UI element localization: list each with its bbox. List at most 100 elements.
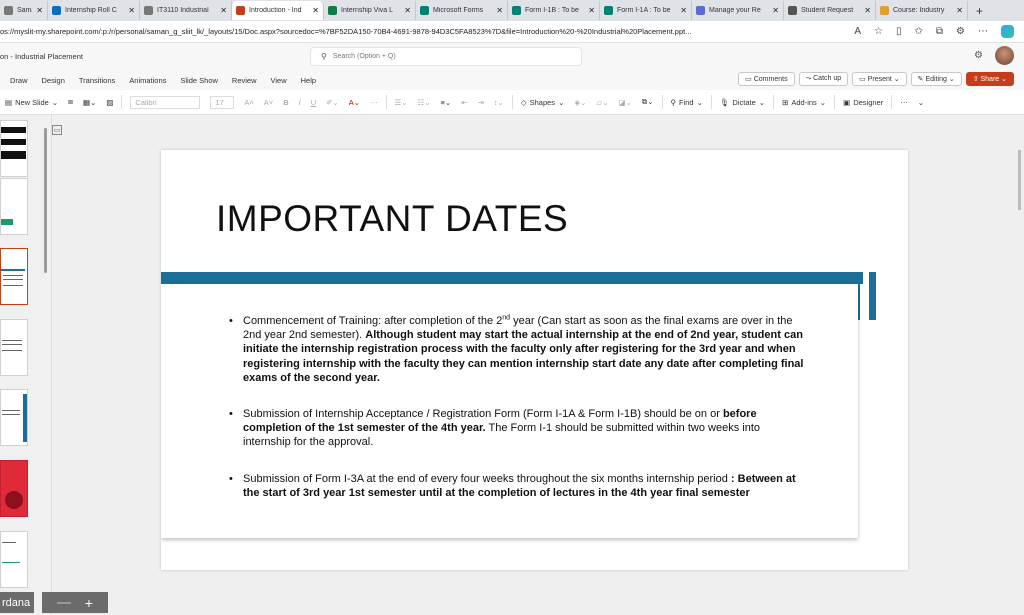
slide-thumbnail[interactable] — [0, 178, 28, 235]
tab-label: Student Request — [801, 7, 854, 14]
browser-tab[interactable]: Saman Gu ✕ — [0, 1, 48, 20]
bullet-commencement[interactable]: Commencement of Training: after completi… — [229, 314, 809, 385]
favorites-icon[interactable]: ✩ — [915, 26, 923, 37]
user-avatar[interactable] — [995, 46, 1014, 65]
slide-thumbnail[interactable] — [0, 319, 28, 376]
line-spacing-icon[interactable]: ↕⌄ — [489, 98, 509, 107]
designer-button[interactable]: ▣ Designer — [838, 98, 888, 107]
ribbon-tab[interactable]: Review — [232, 76, 257, 85]
search-box[interactable]: ⚲ Search (Option + Q) — [310, 47, 582, 66]
format-background-icon[interactable]: ▨ — [101, 98, 118, 107]
document-title[interactable]: on - Industrial Placement — [0, 52, 320, 61]
find-button[interactable]: ⚲ Find ⌄ — [666, 98, 708, 107]
shapes-button[interactable]: ◇ Shapes ⌄ — [516, 98, 570, 107]
settings-gear-icon[interactable]: ⚙ — [974, 50, 983, 61]
browser-tab[interactable]: Manage your Re ✕ — [692, 1, 784, 20]
tab-close-icon[interactable]: ✕ — [956, 6, 963, 15]
browser-tab[interactable]: Student Request ✕ — [784, 1, 876, 20]
increase-font-icon[interactable]: A˄ — [239, 98, 258, 107]
tab-close-icon[interactable]: ✕ — [128, 6, 135, 15]
split-screen-icon[interactable]: ▯ — [896, 26, 902, 37]
browser-tab[interactable]: Course: Industry ✕ — [876, 1, 968, 20]
shape-fill-icon[interactable]: ◈⌄ — [569, 98, 591, 107]
tab-label: Microsoft Forms — [433, 7, 484, 14]
bullet-submission-form-3a[interactable]: Submission of Form I-3A at the end of ev… — [229, 472, 809, 500]
tab-close-icon[interactable]: ✕ — [680, 6, 687, 15]
tab-close-icon[interactable]: ✕ — [864, 6, 871, 15]
ribbon-tab[interactable]: Draw — [10, 76, 28, 85]
indent-decrease-icon[interactable]: ⇤ — [456, 98, 472, 107]
arrange-icon[interactable]: ⧉⌄ — [637, 97, 659, 107]
slide[interactable]: IMPORTANT DATES Commencement of Training… — [161, 150, 908, 570]
align-icon[interactable]: ≡⌄ — [436, 98, 457, 107]
bold-icon[interactable]: B — [278, 98, 293, 107]
canvas-scrollbar[interactable] — [1018, 150, 1021, 210]
tab-close-icon[interactable]: ✕ — [312, 6, 319, 15]
expand-pane-icon[interactable]: ▭ — [52, 125, 62, 135]
extensions-icon[interactable]: ⚙ — [956, 26, 965, 37]
browser-tab[interactable]: Form I-1A : To be ✕ — [600, 1, 692, 20]
collapse-ribbon-icon[interactable]: ⌄ — [913, 98, 929, 107]
tab-close-icon[interactable]: ✕ — [496, 6, 503, 15]
tab-close-icon[interactable]: ✕ — [220, 6, 227, 15]
catchup-button[interactable]: ⤳ Catch up — [798, 72, 849, 86]
slide-thumbnail-selected[interactable] — [0, 248, 28, 305]
layout-icon[interactable]: ▦⌄ — [78, 98, 101, 107]
ribbon-tab[interactable]: Animations — [129, 76, 166, 85]
favorite-star-icon[interactable]: ☆ — [874, 26, 883, 37]
slide-thumbnail[interactable] — [0, 531, 28, 588]
new-tab-button[interactable]: + — [968, 4, 991, 18]
slide-title[interactable]: IMPORTANT DATES — [216, 198, 568, 240]
browser-tab[interactable]: Internship Roll C ✕ — [48, 1, 140, 20]
collections-icon[interactable]: ⧉ — [936, 26, 943, 37]
tab-close-icon[interactable]: ✕ — [36, 6, 43, 15]
read-aloud-icon[interactable]: A — [854, 26, 861, 37]
highlight-icon[interactable]: ✐⌄ — [321, 98, 344, 107]
numbering-icon[interactable]: ☷⌄ — [413, 98, 436, 107]
browser-tab[interactable]: Form I-1B : To be ✕ — [508, 1, 600, 20]
add-participant-button[interactable]: + — [42, 592, 108, 613]
decrease-font-icon[interactable]: A˅ — [259, 98, 278, 107]
indent-increase-icon[interactable]: ⇥ — [473, 98, 489, 107]
ribbon-tab[interactable]: Help — [301, 76, 316, 85]
comments-button[interactable]: ▭ Comments — [738, 72, 795, 86]
addins-button[interactable]: ⊞ Add-ins ⌄ — [777, 98, 831, 107]
ribbon-tab[interactable]: Transitions — [79, 76, 115, 85]
tab-close-icon[interactable]: ✕ — [404, 6, 411, 15]
tab-close-icon[interactable]: ✕ — [772, 6, 779, 15]
search-placeholder: Search (Option + Q) — [332, 53, 396, 60]
font-name-select[interactable]: Calibri — [130, 95, 201, 109]
ribbon-tab[interactable]: View — [271, 76, 287, 85]
reuse-slide-icon[interactable]: ⧈ — [63, 97, 78, 107]
bullets-icon[interactable]: ☰⌄ — [390, 98, 413, 107]
font-color-icon[interactable]: A⌄ — [344, 98, 365, 107]
ribbon-tab[interactable]: Design — [42, 76, 65, 85]
browser-tab[interactable]: Introduction - Ind ✕ — [232, 1, 324, 20]
browser-tab[interactable]: Microsoft Forms ✕ — [416, 1, 508, 20]
tab-close-icon[interactable]: ✕ — [588, 6, 595, 15]
more-options-icon[interactable]: ⋯ — [978, 26, 988, 37]
font-size-select[interactable]: 17 — [210, 95, 235, 109]
dictate-button[interactable]: 🎙 Dictate ⌄ — [715, 98, 770, 107]
copilot-icon[interactable] — [1001, 25, 1014, 38]
underline-icon[interactable]: U — [306, 98, 321, 107]
shape-outline-icon[interactable]: ▱⌄ — [591, 98, 613, 107]
bullet-submission-acceptance[interactable]: Submission of Internship Acceptance / Re… — [229, 407, 809, 450]
italic-icon[interactable]: I — [294, 98, 306, 107]
slide-thumbnail[interactable] — [0, 389, 28, 446]
slide-thumbnail[interactable] — [0, 120, 28, 177]
present-button[interactable]: ▭ Present ⌄ — [852, 72, 907, 86]
content-box[interactable]: Commencement of Training: after completi… — [161, 284, 858, 538]
browser-tab[interactable]: Internship Viva L ✕ — [324, 1, 416, 20]
slide-thumbnail[interactable] — [0, 460, 28, 517]
new-slide-button[interactable]: ▤ New Slide ⌄ — [0, 98, 63, 107]
more-font-icon[interactable]: ⋯ — [365, 98, 383, 107]
ribbon-tab[interactable]: Slide Show — [180, 76, 218, 85]
editing-mode-button[interactable]: ✎ Editing ⌄ — [910, 72, 962, 86]
more-ribbon-icon[interactable]: ⋯ — [895, 98, 913, 107]
share-button[interactable]: ⇧ Share ⌄ — [965, 72, 1014, 86]
browser-tab[interactable]: IT3110 Industrial ✕ — [140, 1, 232, 20]
url-field[interactable]: os://myslit-my.sharepoint.com/:p:/r/pers… — [0, 27, 854, 36]
shape-effects-icon[interactable]: ◪⌄ — [613, 98, 636, 107]
thumbnail-scrollbar[interactable] — [44, 128, 47, 273]
